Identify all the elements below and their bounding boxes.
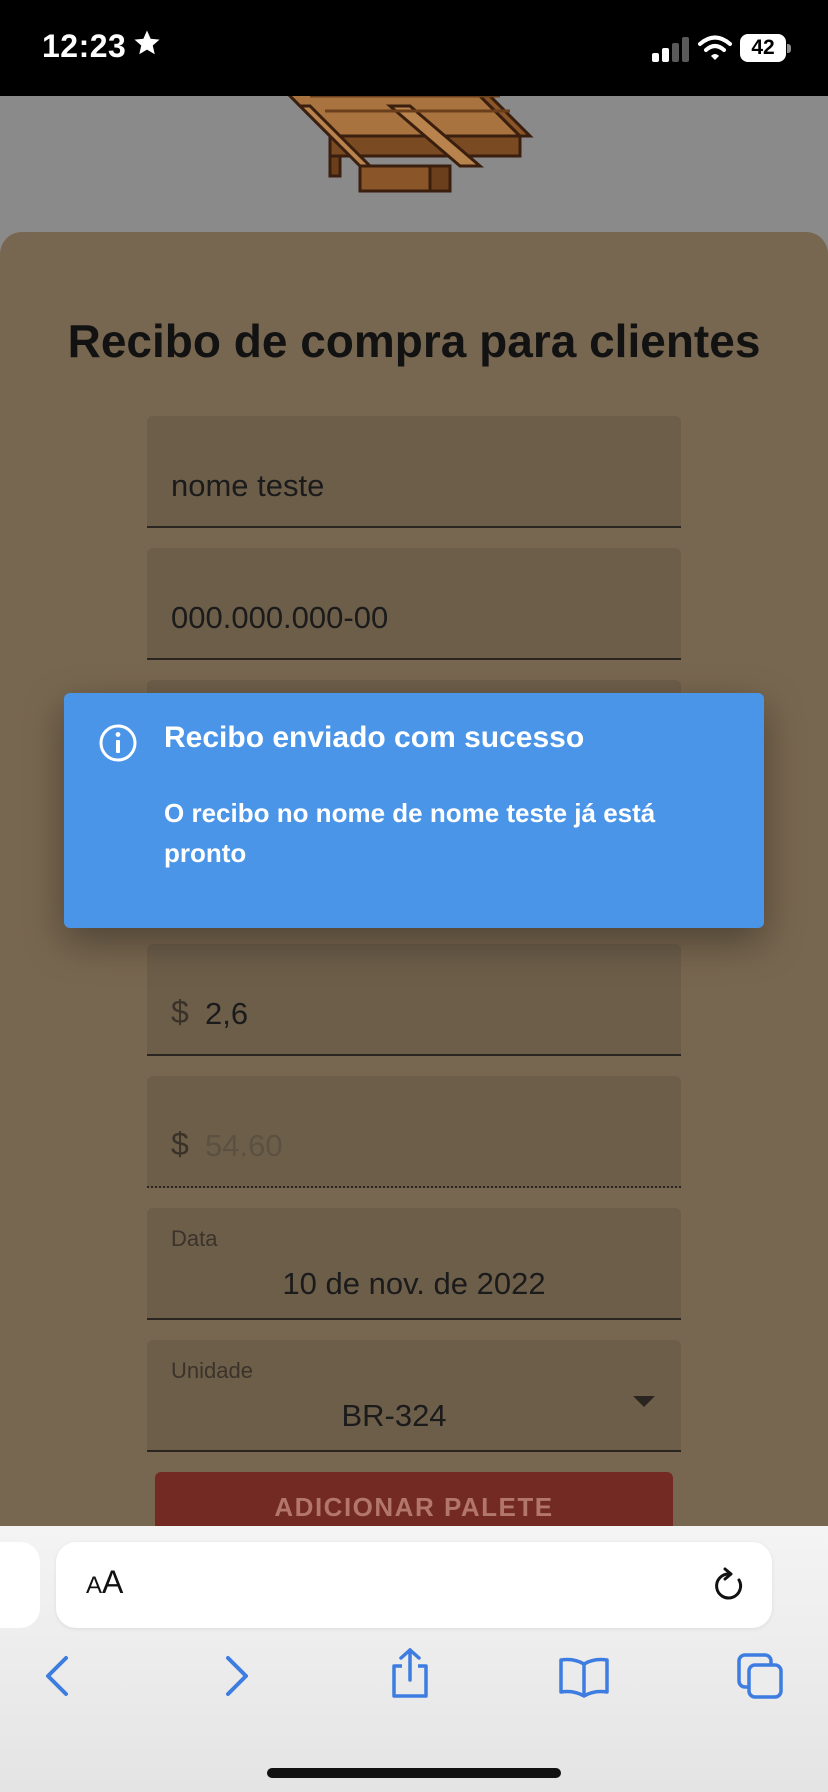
bookmarks-icon[interactable] (558, 1656, 610, 1703)
success-toast[interactable]: Recibo enviado com sucesso O recibo no n… (64, 693, 764, 928)
location-star-icon (132, 28, 162, 63)
unit-label: Unidade (171, 1358, 253, 1383)
unit-value: BR-324 (341, 1398, 447, 1433)
cellular-signal-icon (652, 36, 692, 62)
client-name-field[interactable]: nome teste (147, 416, 681, 528)
status-time: 12:23 (42, 28, 127, 64)
back-icon[interactable] (40, 1654, 76, 1703)
pallet-logo-image (270, 96, 560, 211)
home-indicator[interactable] (267, 1768, 561, 1778)
date-field[interactable]: Data 10 de nov. de 2022 (147, 1208, 681, 1320)
dropdown-arrow-icon (633, 1396, 655, 1407)
date-label: Data (171, 1226, 218, 1251)
tabs-icon[interactable] (736, 1652, 786, 1707)
address-bar[interactable]: AA (56, 1542, 772, 1628)
battery-icon: 42 (740, 34, 791, 62)
price-currency-prefix: $ (171, 994, 189, 1030)
battery-level: 42 (740, 34, 786, 62)
info-icon (98, 723, 138, 768)
add-pallet-button[interactable]: ADICIONAR PALETE (155, 1472, 673, 1526)
forward-icon[interactable] (218, 1654, 254, 1703)
wifi-icon (698, 34, 732, 67)
browser-toolbar: AA (0, 1526, 828, 1792)
client-name-value: nome teste (171, 468, 325, 503)
cpf-field[interactable]: 000.000.000-00 (147, 548, 681, 660)
text-size-button[interactable]: AA (86, 1564, 123, 1601)
total-currency-prefix: $ (171, 1126, 189, 1162)
form-title: Recibo de compra para clientes (67, 315, 761, 367)
price-value: 2,6 (205, 996, 249, 1031)
text-size-big: A (102, 1564, 124, 1600)
text-size-small: A (86, 1572, 103, 1599)
reload-icon[interactable] (712, 1566, 746, 1609)
unit-select[interactable]: Unidade BR-324 (147, 1340, 681, 1452)
share-icon[interactable] (388, 1646, 432, 1705)
date-value: 10 de nov. de 2022 (282, 1266, 546, 1301)
status-bar: 12:23 42 (0, 0, 828, 96)
previous-tab-preview[interactable] (0, 1542, 40, 1628)
cpf-value: 000.000.000-00 (171, 600, 389, 635)
toast-message: O recibo no nome de nome teste já está p… (164, 798, 656, 868)
total-placeholder: 54.60 (205, 1128, 283, 1163)
price-field[interactable]: $ 2,6 (147, 944, 681, 1056)
toast-title: Recibo enviado com sucesso (164, 721, 585, 754)
total-field: $ 54.60 (147, 1076, 681, 1188)
